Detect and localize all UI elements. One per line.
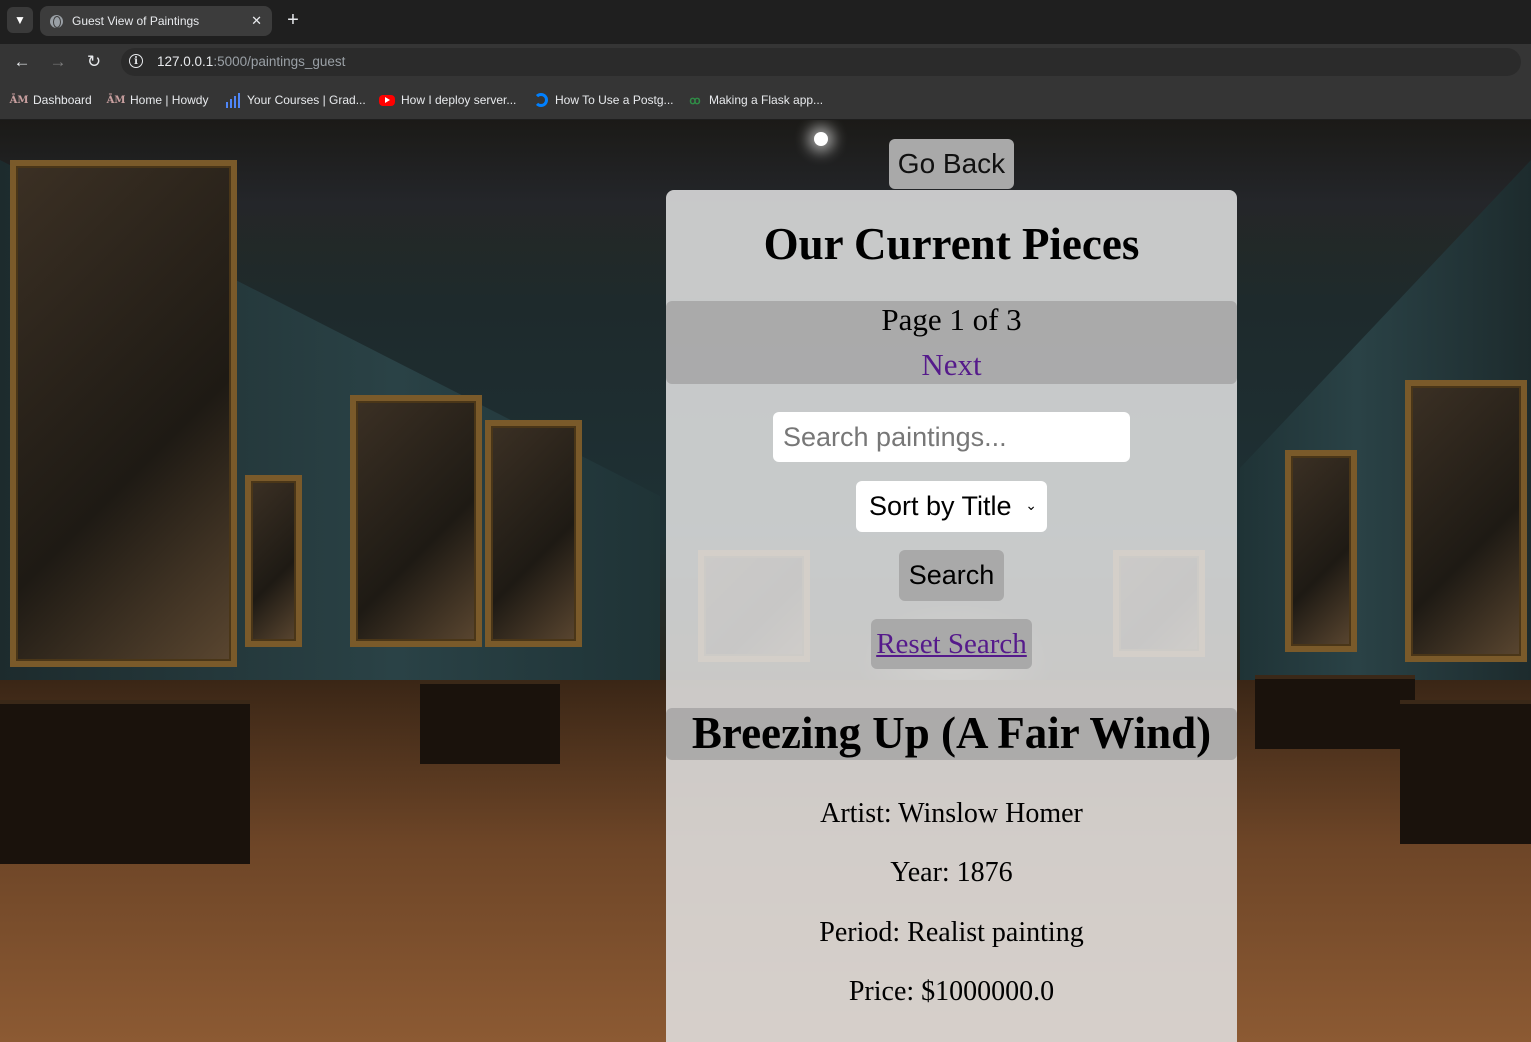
digitalocean-icon bbox=[533, 92, 549, 108]
background-painting bbox=[1285, 450, 1357, 652]
sort-selected-value: Sort by Title bbox=[869, 491, 1012, 521]
bookmarks-bar: ĀM Dashboard ĀM Home | Howdy Your Course… bbox=[0, 80, 1531, 120]
bookmark-label: Home | Howdy bbox=[130, 93, 209, 107]
tamu-icon: ĀM bbox=[9, 94, 29, 106]
background-painting bbox=[1405, 380, 1527, 662]
page-title: Our Current Pieces bbox=[763, 219, 1140, 269]
chevron-down-icon: ▼ bbox=[14, 13, 26, 27]
tab-strip: ▼ Guest View of Paintings ✕ + bbox=[0, 0, 1531, 44]
url-text: 127.0.0.1:5000/paintings_guest bbox=[157, 54, 345, 69]
background-bench bbox=[0, 700, 250, 864]
bookmark-home-howdy[interactable]: ĀM Home | Howdy bbox=[106, 91, 209, 109]
tab-search-button[interactable]: ▼ bbox=[7, 7, 33, 33]
bookmark-postgres[interactable]: How To Use a Postg... bbox=[533, 91, 674, 109]
painting-price: Price: $1000000.0 bbox=[848, 976, 1055, 1007]
url-host: 127.0.0.1 bbox=[157, 54, 214, 69]
background-painting bbox=[485, 420, 582, 647]
page-viewport: Go Back Our Current Pieces Page 1 of 3 N… bbox=[0, 120, 1531, 1042]
bookmark-label: Dashboard bbox=[33, 93, 92, 107]
sort-select[interactable]: Sort by Title ⌄ bbox=[856, 481, 1047, 532]
bookmark-flask-app[interactable]: ꝏ Making a Flask app... bbox=[687, 91, 823, 109]
painting-year: Year: 1876 bbox=[890, 857, 1013, 888]
go-back-button[interactable]: Go Back bbox=[889, 139, 1014, 189]
chevron-down-icon: ⌄ bbox=[1025, 497, 1037, 513]
browser-toolbar: ← → ↻ i 127.0.0.1:5000/paintings_guest bbox=[0, 44, 1531, 80]
pagination: Page 1 of 3 Next bbox=[666, 301, 1237, 384]
bookmark-label: How To Use a Postg... bbox=[555, 93, 674, 107]
background-painting bbox=[350, 395, 482, 647]
tamu-icon: ĀM bbox=[106, 94, 126, 106]
forward-arrow-icon[interactable]: → bbox=[46, 50, 70, 74]
background-painting bbox=[245, 475, 302, 647]
background-bench bbox=[1400, 700, 1531, 844]
content-panel: Our Current Pieces Page 1 of 3 Next Sort… bbox=[666, 190, 1237, 1042]
bookmark-your-courses[interactable]: Your Courses | Grad... bbox=[225, 91, 366, 109]
reset-search-button[interactable]: Reset Search bbox=[871, 619, 1032, 669]
painting-artist: Artist: Winslow Homer bbox=[820, 798, 1083, 829]
site-info-icon[interactable]: i bbox=[129, 54, 143, 68]
next-page-link[interactable]: Next bbox=[666, 346, 1237, 384]
search-input[interactable] bbox=[773, 412, 1130, 462]
painting-title-bar: Breezing Up (A Fair Wind) bbox=[666, 708, 1237, 760]
bookmark-deploy-server[interactable]: How I deploy server... bbox=[379, 91, 516, 109]
background-painting bbox=[10, 160, 237, 667]
back-arrow-icon[interactable]: ← bbox=[10, 50, 34, 74]
background-bench bbox=[1255, 675, 1415, 749]
bookmark-dashboard[interactable]: ĀM Dashboard bbox=[9, 91, 92, 109]
bookmark-label: Making a Flask app... bbox=[709, 93, 824, 107]
bar-chart-icon bbox=[225, 92, 241, 108]
tab-title: Guest View of Paintings bbox=[72, 14, 200, 28]
bookmark-label: Your Courses | Grad... bbox=[247, 93, 366, 107]
background-bench bbox=[420, 680, 560, 764]
painting-title: Breezing Up (A Fair Wind) bbox=[691, 708, 1212, 758]
address-bar[interactable]: i 127.0.0.1:5000/paintings_guest bbox=[121, 48, 1521, 76]
geeksforgeeks-icon: ꝏ bbox=[689, 94, 701, 107]
close-icon[interactable]: ✕ bbox=[251, 13, 262, 29]
reload-icon[interactable]: ↻ bbox=[82, 50, 106, 74]
new-tab-button[interactable]: + bbox=[282, 8, 304, 32]
reset-search-link[interactable]: Reset Search bbox=[876, 628, 1027, 661]
search-button[interactable]: Search bbox=[899, 550, 1004, 601]
youtube-icon bbox=[379, 94, 395, 106]
page-indicator: Page 1 of 3 bbox=[881, 302, 1022, 337]
url-path: :5000/paintings_guest bbox=[213, 54, 346, 69]
painting-period: Period: Realist painting bbox=[819, 917, 1084, 948]
background-spotlight bbox=[814, 132, 828, 146]
globe-icon bbox=[50, 14, 63, 28]
active-tab[interactable]: Guest View of Paintings ✕ bbox=[40, 6, 272, 36]
bookmark-label: How I deploy server... bbox=[401, 93, 517, 107]
